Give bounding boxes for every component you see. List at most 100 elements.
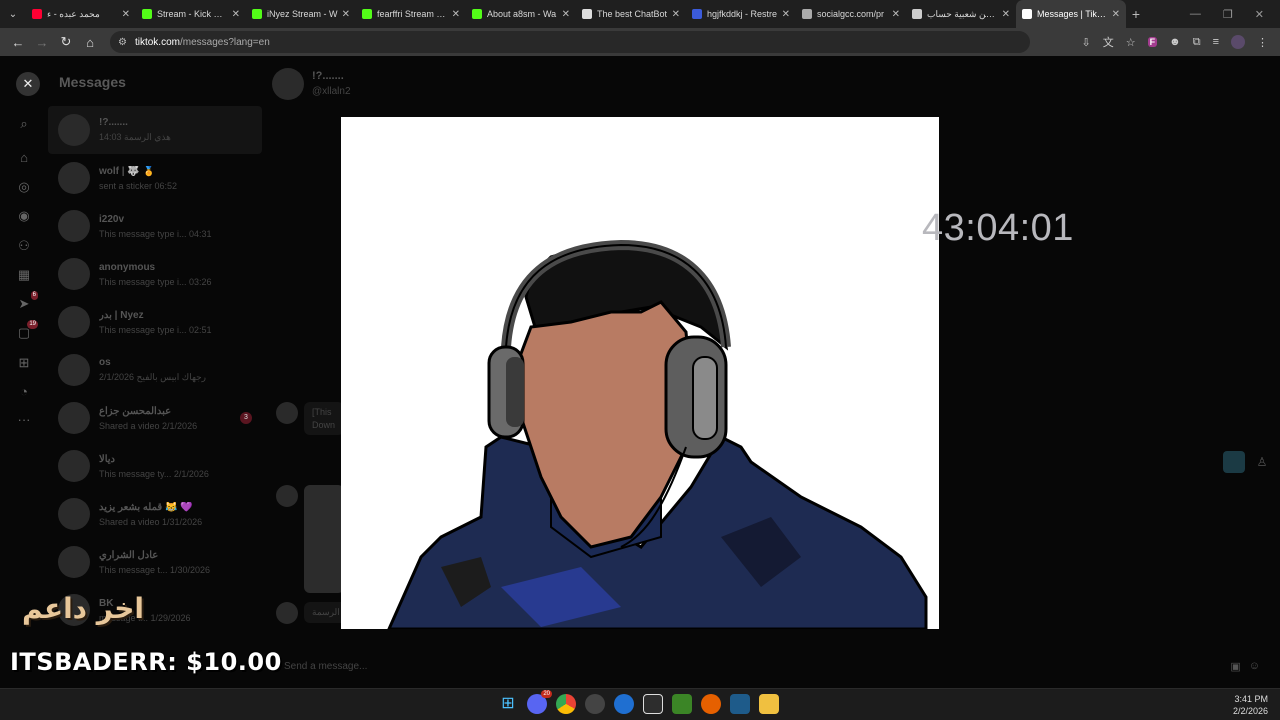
tab-close-icon[interactable]: ✕: [452, 9, 460, 20]
image-attach-icon[interactable]: ▣: [1230, 660, 1240, 673]
back-icon[interactable]: ←: [6, 31, 30, 53]
conversation-name: عادل الشراري: [99, 549, 159, 561]
tab-favicon-icon: [252, 9, 262, 19]
conversation-item[interactable]: عبدالمحسن جزاع Shared a video 2/1/2026 3: [48, 394, 262, 442]
more-icon[interactable]: ···: [14, 410, 34, 430]
taskbar-apps: ⊞ 20: [498, 690, 779, 714]
upload-icon[interactable]: ⊞: [14, 353, 34, 373]
tab-title: Stream - Kick Dash: [157, 9, 228, 19]
firefox-icon[interactable]: [701, 694, 721, 714]
start-windows-icon[interactable]: ⊞: [498, 694, 518, 714]
profile-avatar[interactable]: [1231, 35, 1245, 49]
calendar-icon[interactable]: ▦: [14, 265, 34, 285]
forward-icon[interactable]: →: [30, 31, 54, 53]
tab-close-icon[interactable]: ✕: [342, 9, 350, 20]
profile-nav-icon[interactable]: ◔: [14, 382, 34, 402]
message-input[interactable]: Send a message... ▣ ☺: [274, 652, 1270, 680]
translate-icon[interactable]: 文: [1103, 34, 1114, 50]
conversation-item[interactable]: i220v This message type i... 04:31: [48, 202, 262, 250]
conversation-item[interactable]: قمله بشعر يزيد 😹 💜 Shared a video 1/31/20…: [48, 490, 262, 538]
tab-list-icon[interactable]: ≡: [1213, 36, 1219, 48]
following-icon[interactable]: ⚇: [14, 236, 34, 256]
profile-avatar-small-icon[interactable]: ♙: [1251, 451, 1273, 473]
tab-close-icon[interactable]: ✕: [232, 9, 240, 20]
new-tab-button[interactable]: +: [1126, 6, 1146, 22]
tab-close-icon[interactable]: ✕: [1112, 9, 1120, 20]
browser-tab[interactable]: hgjfkddkj - Restre ✕: [686, 0, 796, 28]
extension-f-icon[interactable]: F: [1147, 37, 1158, 47]
conversation-item[interactable]: os رجهاك ابيس بالفيح 2/1/2026: [48, 346, 262, 394]
conversation-item[interactable]: ديالا This message ty... 2/1/2026: [48, 442, 262, 490]
tab-close-icon[interactable]: ✕: [892, 9, 900, 20]
scroll-down-button[interactable]: [1223, 451, 1245, 473]
address-bar[interactable]: ⚙ tiktok.com/messages?lang=en: [110, 31, 1030, 53]
conversation-item[interactable]: !?....... هذي الرسمة 14:03: [48, 106, 262, 154]
browser-menu-icon[interactable]: ⋮: [1257, 36, 1268, 49]
avatar: [58, 354, 90, 386]
inbox-send-icon[interactable]: ➤ 6: [14, 291, 38, 314]
site-info-icon[interactable]: ⚙: [118, 37, 127, 48]
browser-tab[interactable]: About a8sm - Wa ✕: [466, 0, 576, 28]
bookmark-star-icon[interactable]: ☆: [1126, 36, 1136, 49]
toolbar-actions: ⇩ 文 ☆ F ☻ ⧉ ≡ ⋮: [1082, 34, 1274, 50]
chrome-icon[interactable]: [556, 694, 576, 714]
reload-icon[interactable]: ↻: [54, 31, 78, 53]
remote-app-icon[interactable]: [730, 694, 750, 714]
conversation-meta: i220v This message type i... 04:31: [99, 214, 252, 239]
tab-close-icon[interactable]: ✕: [782, 9, 790, 20]
app-window-icon[interactable]: [643, 694, 663, 714]
messages-nav-icon[interactable]: ▢ 19: [14, 320, 38, 343]
tab-close-icon[interactable]: ✕: [672, 9, 680, 20]
browser-tab[interactable]: iNyez Stream - W ✕: [246, 0, 356, 28]
conversation-preview: sent a sticker 06:52: [99, 180, 178, 191]
emoji-icon[interactable]: ☺: [1249, 660, 1260, 673]
taskbar-clock[interactable]: 3:41 PM 2/2/2026: [1233, 693, 1268, 717]
file-explorer-icon[interactable]: [759, 694, 779, 714]
discord-icon[interactable]: 20: [527, 690, 552, 714]
tab-favicon-icon: [32, 9, 42, 19]
message-image-thumbnail[interactable]: [304, 485, 344, 593]
message-bubble[interactable]: [This Down: [304, 402, 344, 435]
home-nav-icon[interactable]: ⌂: [14, 148, 34, 168]
close-messages-button[interactable]: ✕: [16, 72, 40, 96]
chat-contact-avatar[interactable]: [272, 68, 304, 100]
close-window-icon[interactable]: ✕: [1255, 8, 1264, 21]
browser-tab[interactable]: Messages | TikTok ✕: [1016, 0, 1126, 28]
stream-timer: 43:04:01: [922, 207, 1074, 249]
tab-favicon-icon: [912, 9, 922, 19]
conversation-item[interactable]: عادل الشراري This message t... 1/30/2026: [48, 538, 262, 586]
tab-search-chevron-icon[interactable]: ⌄: [0, 0, 26, 28]
browser-tab[interactable]: محمد عبده - ء ✕: [26, 0, 136, 28]
chat-contact-name[interactable]: !?.......: [312, 70, 344, 82]
obs-icon[interactable]: [585, 694, 605, 714]
minecraft-icon[interactable]: [672, 694, 692, 714]
tab-close-icon[interactable]: ✕: [562, 9, 570, 20]
explore-compass-icon[interactable]: ◎: [14, 177, 34, 197]
tab-close-icon[interactable]: ✕: [1002, 9, 1010, 20]
extension-avatar-icon[interactable]: ☻: [1169, 36, 1181, 48]
minimize-icon[interactable]: —: [1190, 8, 1201, 21]
conversation-preview: This message t... 1/30/2026: [99, 564, 211, 575]
windows-taskbar: ⊞ 20 3:41 PM 2/2/2026: [0, 688, 1280, 720]
conversation-item[interactable]: anonymous This message type i... 03:26: [48, 250, 262, 298]
conversation-meta: ديالا This message ty... 2/1/2026: [99, 454, 252, 479]
browser-tab[interactable]: زد من شعبية حساب ✕: [906, 0, 1016, 28]
restore-icon[interactable]: ❐: [1223, 8, 1233, 21]
browser-tab[interactable]: fearffri Stream - W ✕: [356, 0, 466, 28]
conversation-item[interactable]: wolf | 🐺 🏅 sent a sticker 06:52: [48, 154, 262, 202]
search-icon[interactable]: ⌕: [14, 114, 34, 134]
tab-title: fearffri Stream - W: [377, 9, 448, 19]
live-icon[interactable]: ◉: [14, 206, 34, 226]
tab-favicon-icon: [362, 9, 372, 19]
extensions-puzzle-icon[interactable]: ⧉: [1193, 36, 1201, 49]
conversation-preview: هذي الرسمة 14:03: [99, 132, 171, 142]
browser-tab[interactable]: The best ChatBot ✕: [576, 0, 686, 28]
install-app-icon[interactable]: ⇩: [1082, 36, 1091, 49]
browser-tab[interactable]: Stream - Kick Dash ✕: [136, 0, 246, 28]
browser-tab[interactable]: socialgcc.com/pr ✕: [796, 0, 906, 28]
tab-close-icon[interactable]: ✕: [122, 9, 130, 20]
last-donor-label: اخر داعم: [22, 592, 144, 625]
home-icon[interactable]: ⌂: [78, 31, 102, 53]
edge-icon[interactable]: [614, 694, 634, 714]
conversation-item[interactable]: بدر | Nyez This message type i... 02:51: [48, 298, 262, 346]
